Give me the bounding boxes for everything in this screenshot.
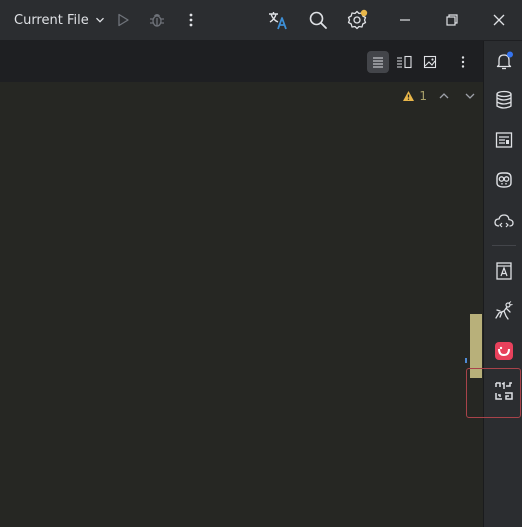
settings-icon [347, 9, 368, 30]
translate-icon [269, 12, 287, 30]
inspection-widget[interactable]: 1 [402, 88, 477, 104]
dictionary-icon [496, 262, 512, 280]
minimize-button[interactable] [393, 8, 417, 32]
editor-area[interactable]: 1 [0, 82, 483, 527]
translate-button[interactable] [266, 8, 290, 32]
search-button[interactable] [306, 8, 330, 32]
chevron-up-icon[interactable] [437, 89, 451, 103]
plugin-icon [495, 342, 513, 360]
code-view-button[interactable] [367, 51, 389, 73]
close-window-button[interactable] [487, 8, 511, 32]
preview-icon [423, 55, 437, 69]
minimize-icon [400, 19, 410, 21]
restore-button[interactable] [440, 8, 464, 32]
debug-icon [150, 14, 164, 27]
run-configuration-label: Current File [14, 12, 89, 28]
toolbar-separator [492, 245, 516, 246]
notifications-icon [496, 51, 513, 70]
more-actions-button[interactable] [179, 8, 203, 32]
run-button[interactable] [111, 8, 135, 32]
selected-tool-highlight [466, 368, 521, 418]
debug-button[interactable] [145, 8, 169, 32]
notifications-button[interactable] [492, 49, 516, 73]
copilot-icon [496, 172, 512, 188]
plugin-button[interactable] [492, 339, 516, 363]
warning-icon [403, 91, 415, 101]
title-bar: Current File [0, 0, 522, 40]
code-view-icon [373, 57, 383, 68]
chevron-down-icon[interactable] [463, 89, 477, 103]
close-icon [493, 14, 505, 26]
database-button[interactable] [492, 88, 516, 112]
dictionary-button[interactable] [492, 259, 516, 283]
ant-button[interactable] [492, 299, 516, 323]
chevron-down-icon [95, 17, 104, 23]
ide-window: Current File 1 [0, 0, 522, 527]
more-vertical-icon [461, 56, 465, 68]
editor-more-button[interactable] [452, 51, 474, 73]
cloud-code-icon [494, 214, 514, 228]
warning-count: 1 [419, 89, 427, 103]
right-tool-window-bar [483, 41, 522, 527]
readme-button[interactable] [492, 128, 516, 152]
settings-button[interactable] [345, 8, 369, 32]
cloud-code-button[interactable] [492, 209, 516, 233]
scrollbar-change-marker [465, 358, 467, 363]
more-vertical-icon [189, 13, 193, 27]
editor-tab-bar [0, 41, 483, 83]
copilot-button[interactable] [492, 168, 516, 192]
split-view-icon [397, 55, 412, 69]
run-configuration-selector[interactable]: Current File [14, 0, 105, 40]
database-icon [496, 90, 512, 109]
readme-icon [495, 132, 513, 148]
search-icon [309, 11, 327, 29]
run-icon [118, 13, 129, 27]
split-view-button[interactable] [393, 51, 415, 73]
restore-icon [446, 14, 458, 26]
ant-icon [495, 301, 513, 320]
preview-button[interactable] [419, 51, 441, 73]
